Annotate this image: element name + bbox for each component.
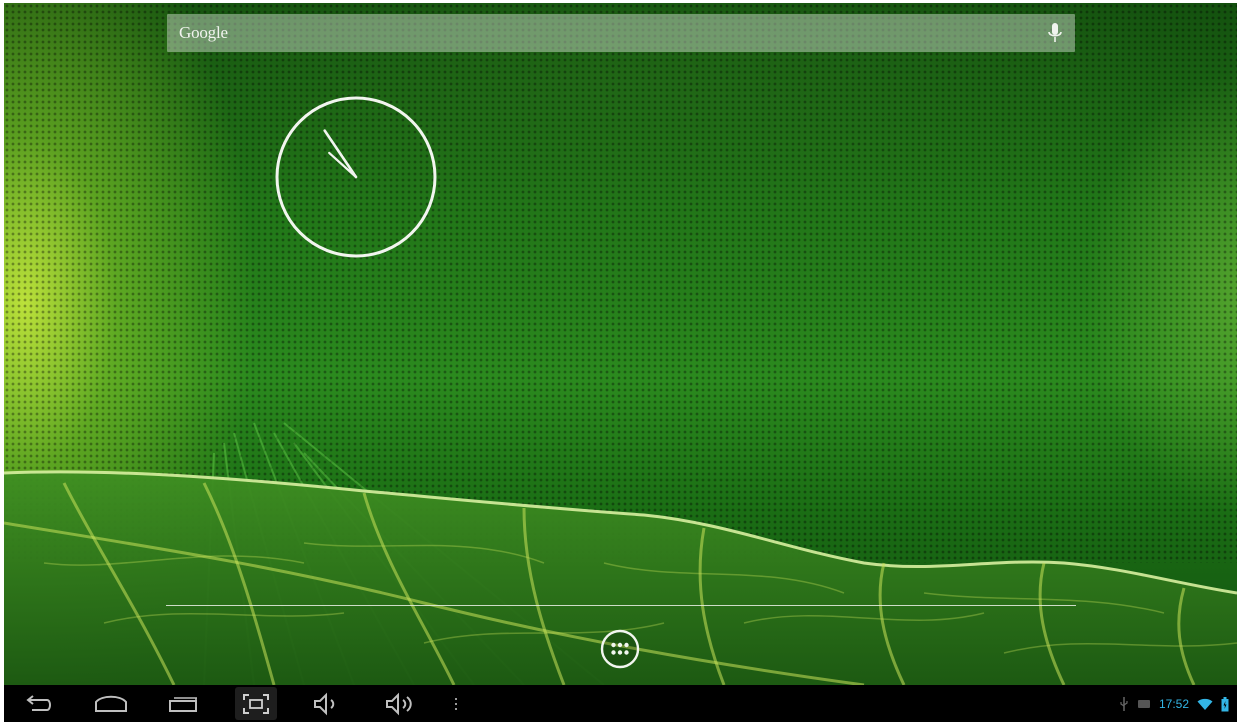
battery-icon — [1221, 696, 1229, 711]
screenshot-icon[interactable] — [239, 691, 273, 717]
google-search-bar[interactable]: Google — [167, 14, 1075, 52]
status-time: 17:52 — [1158, 697, 1189, 711]
volume-down-icon[interactable] — [310, 691, 342, 717]
app-drawer-button[interactable] — [598, 627, 642, 671]
search-label: Google — [179, 23, 228, 42]
analog-clock-widget[interactable] — [273, 94, 439, 260]
recent-apps-icon[interactable] — [164, 691, 202, 717]
system-navigation-bar: 17:52 — [4, 685, 1237, 722]
menu-dots-icon[interactable] — [450, 691, 462, 717]
wifi-icon — [1197, 698, 1213, 710]
notification-icon — [1137, 700, 1150, 708]
home-icon[interactable] — [92, 691, 130, 717]
android-home-screen: Google 17:52 — [4, 3, 1237, 722]
status-area[interactable]: 17:52 — [1119, 695, 1229, 713]
usb-icon — [1120, 697, 1128, 711]
back-icon[interactable] — [20, 691, 56, 717]
volume-up-icon[interactable] — [382, 691, 418, 717]
dock-divider — [166, 605, 1076, 606]
leaf-wallpaper-detail — [4, 422, 1237, 685]
mic-icon[interactable] — [1045, 22, 1065, 44]
